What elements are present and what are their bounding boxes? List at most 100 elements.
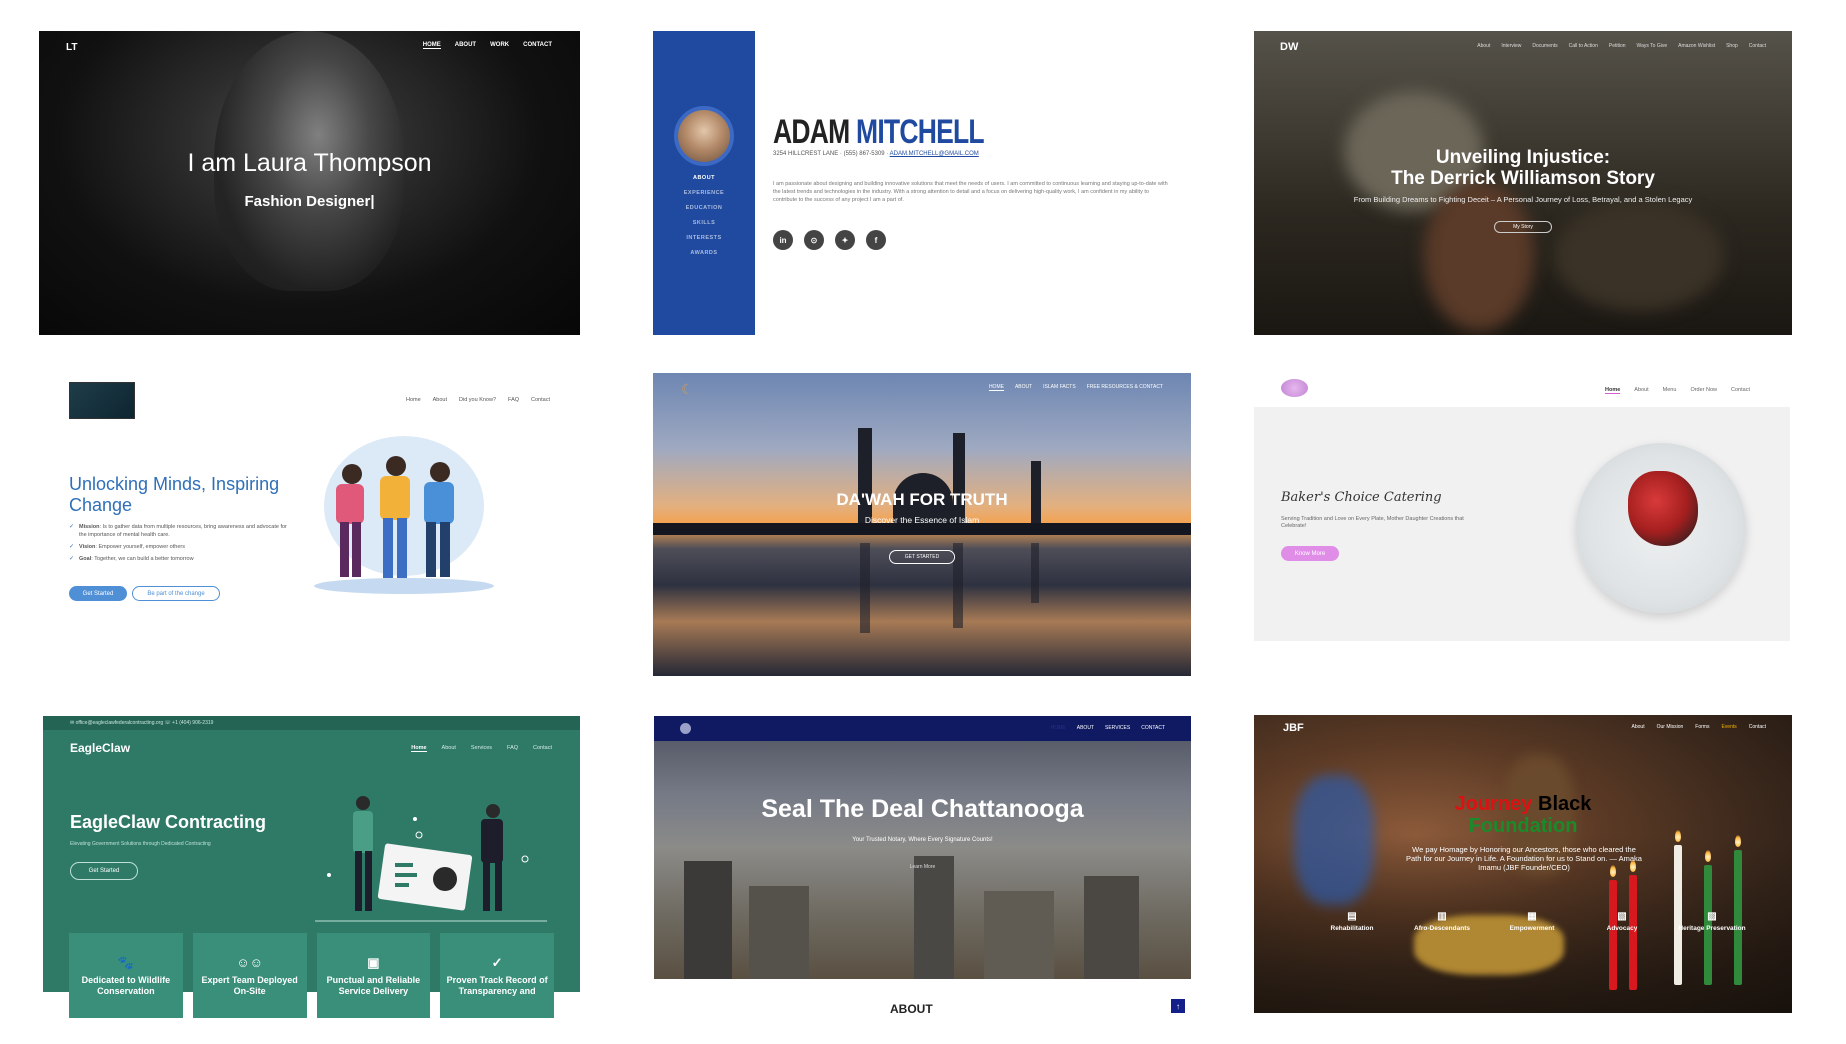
get-started-button[interactable]: GET STARTED bbox=[889, 550, 955, 564]
bakers-choice-preview[interactable]: Home About Menu Order Now Contact Baker'… bbox=[1254, 371, 1790, 641]
candle-red bbox=[1609, 880, 1617, 990]
nav-contact[interactable]: CONTACT bbox=[523, 42, 552, 49]
nav-home[interactable]: Home bbox=[1605, 387, 1621, 394]
hero-title: Baker's Choice Catering bbox=[1281, 490, 1442, 505]
scroll-top-button[interactable]: ↑ bbox=[1171, 999, 1185, 1013]
get-started-button[interactable]: Get Started bbox=[70, 862, 138, 880]
nav-shop[interactable]: Shop bbox=[1726, 43, 1738, 49]
nav-contact[interactable]: Contact bbox=[1731, 387, 1750, 394]
nav-faq[interactable]: FAQ bbox=[507, 745, 518, 752]
nav-about[interactable]: ABOUT bbox=[455, 42, 476, 49]
pillar-label: Afro-Descendants bbox=[1414, 925, 1470, 932]
contact-topbar: ✉ office@eagleclawfederalcontracting.org… bbox=[43, 716, 580, 730]
nav-faq[interactable]: FAQ bbox=[508, 397, 519, 403]
nav-contact[interactable]: CONTACT bbox=[1141, 725, 1165, 731]
nav-home[interactable]: HOME bbox=[1051, 725, 1066, 731]
nav-home[interactable]: HOME bbox=[988, 384, 1004, 391]
github-icon[interactable]: ⊙ bbox=[804, 230, 824, 250]
sidebar-item-skills[interactable]: SKILLS bbox=[653, 220, 755, 226]
nav-petition[interactable]: Petition bbox=[1609, 43, 1626, 49]
first-name: ADAM bbox=[773, 113, 850, 151]
journey-black-foundation-preview[interactable]: JBF About Our Mission Forms Events Conta… bbox=[1254, 715, 1792, 1013]
site-logo: DW bbox=[1280, 41, 1299, 53]
nav-amazon-wishlist[interactable]: Amazon Wishlist bbox=[1678, 43, 1715, 49]
pillar-item[interactable]: ▨ Heritage Preservation bbox=[1672, 912, 1752, 933]
sidebar-item-education[interactable]: EDUCATION bbox=[653, 205, 755, 211]
nav-about[interactable]: About bbox=[1634, 387, 1648, 394]
list-item: Vision: Empower yourself, empower others bbox=[69, 543, 294, 551]
nav-interview[interactable]: Interview bbox=[1501, 43, 1521, 49]
nav-about[interactable]: ABOUT bbox=[1015, 384, 1032, 391]
facebook-icon[interactable]: f bbox=[866, 230, 886, 250]
friends-illustration bbox=[314, 436, 494, 594]
site-logo bbox=[680, 723, 691, 734]
know-more-button[interactable]: Know More bbox=[1281, 546, 1339, 561]
nav-contact[interactable]: Contact bbox=[531, 397, 550, 403]
nav-contact[interactable]: Contact bbox=[533, 745, 552, 752]
hero-subtitle: From Building Dreams to Fighting Deceit … bbox=[1353, 195, 1693, 204]
nav-services[interactable]: Services bbox=[471, 745, 492, 752]
top-nav: About Our Mission Forms Events Contact bbox=[1632, 724, 1766, 730]
nav-about[interactable]: About bbox=[1632, 724, 1645, 730]
building-shape bbox=[749, 886, 809, 979]
nav-about[interactable]: About bbox=[1477, 43, 1490, 49]
top-nav: HOME ABOUT SERVICES CONTACT bbox=[1051, 725, 1165, 731]
twitter-icon[interactable]: ✦ bbox=[835, 230, 855, 250]
get-started-button[interactable]: Get Started bbox=[69, 586, 127, 601]
my-story-button[interactable]: My Story bbox=[1494, 221, 1552, 233]
nav-about[interactable]: About bbox=[433, 397, 447, 403]
nav-contact[interactable]: Contact bbox=[1749, 724, 1766, 730]
nav-menu[interactable]: Menu bbox=[1663, 387, 1677, 394]
nav-home[interactable]: Home bbox=[411, 745, 427, 752]
feature-label: Punctual and Reliable Service Delivery bbox=[326, 975, 421, 996]
nav-services[interactable]: SERVICES bbox=[1105, 725, 1130, 731]
nav-ways-to-give[interactable]: Ways To Give bbox=[1637, 43, 1668, 49]
pillar-item[interactable]: ▥ Afro-Descendants bbox=[1402, 912, 1482, 933]
nav-home[interactable]: Home bbox=[406, 397, 421, 403]
goal-text: : Together, we can build a better tomorr… bbox=[91, 556, 194, 562]
bio-text: I am passionate about designing and buil… bbox=[773, 181, 1168, 203]
nav-forms[interactable]: Forms bbox=[1695, 724, 1709, 730]
pillar-item[interactable]: ▧ Advocacy bbox=[1582, 912, 1662, 933]
be-part-button[interactable]: Be part of the change bbox=[132, 586, 220, 601]
nav-call-to-action[interactable]: Call to Action bbox=[1569, 43, 1598, 49]
sidebar-item-interests[interactable]: INTERESTS bbox=[653, 235, 755, 241]
pillar-item[interactable]: ▦ Empowerment bbox=[1492, 912, 1572, 933]
sidebar-item-experience[interactable]: EXPERIENCE bbox=[653, 190, 755, 196]
pillar-label: Advocacy bbox=[1606, 925, 1638, 932]
derrick-williamson-preview[interactable]: DW About Interview Documents Call to Act… bbox=[1254, 31, 1792, 335]
mission-label: Mission bbox=[79, 524, 100, 530]
linkedin-icon[interactable]: in bbox=[773, 230, 793, 250]
seal-the-deal-preview[interactable]: HOME ABOUT SERVICES CONTACT Seal The Dea… bbox=[654, 716, 1191, 979]
dawah-for-truth-preview[interactable]: ☾ HOME ABOUT ISLAM FACTS FREE RESOURCES … bbox=[653, 373, 1191, 676]
nav-islam-facts[interactable]: ISLAM FACTS bbox=[1043, 384, 1076, 391]
vision-text: : Empower yourself, empower others bbox=[95, 544, 185, 550]
nav-work[interactable]: WORK bbox=[490, 42, 509, 49]
nav-our-mission[interactable]: Our Mission bbox=[1657, 724, 1684, 730]
nav-contact[interactable]: Contact bbox=[1749, 43, 1766, 49]
sidebar-item-about[interactable]: ABOUT bbox=[653, 175, 755, 181]
sidebar-item-awards[interactable]: AWARDS bbox=[653, 250, 755, 256]
minaret-left bbox=[858, 428, 872, 528]
nav-about[interactable]: About bbox=[442, 745, 456, 752]
nav-order-now[interactable]: Order Now bbox=[1690, 387, 1717, 394]
learn-more-link[interactable]: Learn More bbox=[654, 864, 1191, 870]
pillar-icons: ▤ Rehabilitation ▥ Afro-Descendants ▦ Empow… bbox=[1312, 912, 1752, 933]
laura-thompson-preview[interactable]: LT HOME ABOUT WORK CONTACT I am Laura Th… bbox=[39, 31, 580, 335]
nav-events[interactable]: Events bbox=[1721, 724, 1736, 730]
top-nav: Home About Services FAQ Contact bbox=[411, 745, 552, 752]
top-nav: HOME ABOUT ISLAM FACTS FREE RESOURCES & … bbox=[988, 384, 1163, 391]
pillar-item[interactable]: ▤ Rehabilitation bbox=[1312, 912, 1392, 933]
nav-documents[interactable]: Documents bbox=[1532, 43, 1557, 49]
site-logo: EagleClaw bbox=[70, 741, 131, 755]
nav-about[interactable]: ABOUT bbox=[1077, 725, 1094, 731]
adam-mitchell-preview[interactable]: ABOUT EXPERIENCE EDUCATION SKILLS INTERE… bbox=[653, 31, 1194, 335]
email-link[interactable]: ADAM.MITCHELL@GMAIL.COM bbox=[890, 151, 979, 157]
nav-did-you-know[interactable]: Did you Know? bbox=[459, 397, 496, 403]
mission-text: : Is to gather data from multiple resour… bbox=[79, 524, 287, 538]
hero-title: Seal The Deal Chattanooga bbox=[761, 795, 1084, 823]
nav-free-resources[interactable]: FREE RESOURCES & CONTACT bbox=[1087, 384, 1163, 391]
nav-home[interactable]: HOME bbox=[422, 42, 441, 49]
feature-card: 🐾 Dedicated to Wildlife Conservation bbox=[69, 933, 183, 1018]
unlocking-minds-preview[interactable]: Home About Did you Know? FAQ Contact Unl… bbox=[39, 371, 580, 676]
